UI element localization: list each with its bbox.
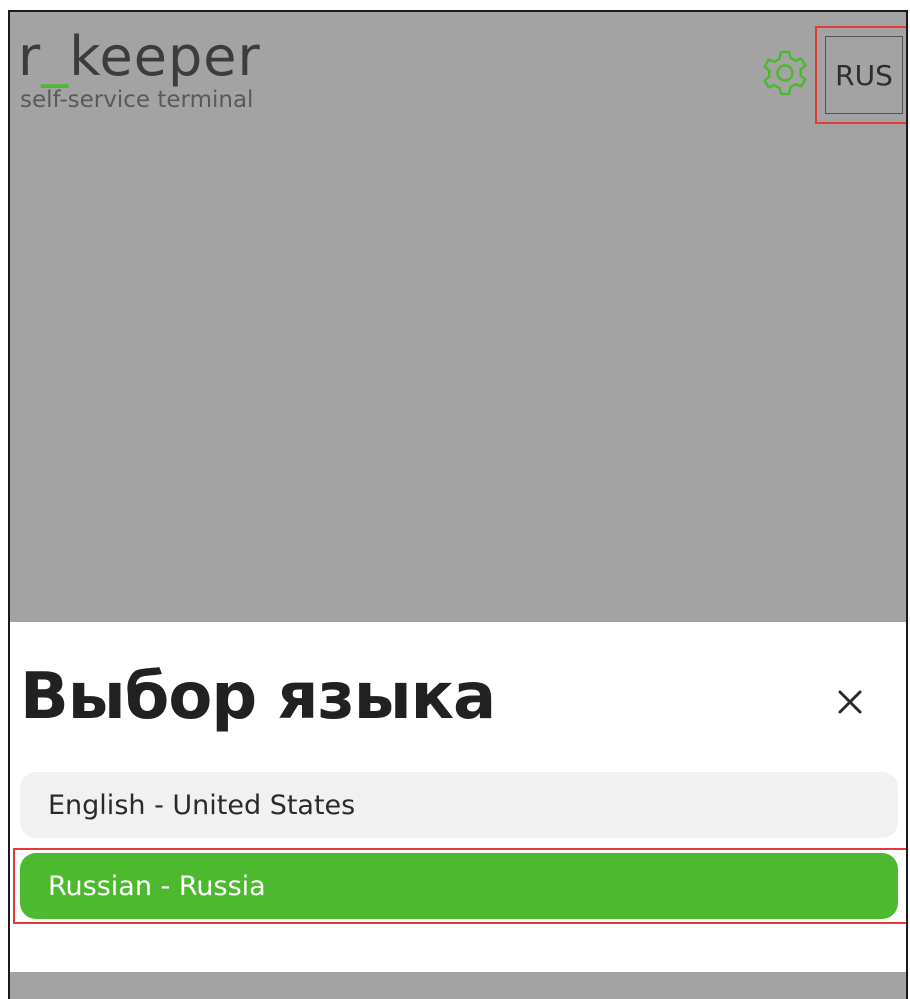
logo-prefix: r [18, 25, 42, 88]
language-option-label: English - United States [48, 789, 356, 821]
dimmed-backdrop: r_keeper self-service terminal RUS [10, 12, 906, 622]
gear-icon[interactable] [760, 48, 810, 98]
language-option-russian[interactable]: Russian - Russia [20, 853, 898, 919]
logo-underscore: _ [41, 25, 70, 88]
bottom-backdrop-strip [10, 972, 906, 999]
app-frame: r_keeper self-service terminal RUS Выбор… [8, 10, 908, 999]
logo-suffix: keeper [69, 25, 261, 88]
language-button[interactable]: RUS [825, 36, 903, 114]
language-option-english[interactable]: English - United States [20, 772, 898, 838]
language-option-label: Russian - Russia [48, 870, 266, 902]
close-icon[interactable] [832, 684, 868, 720]
logo-subtitle: self-service terminal [20, 87, 254, 113]
language-sheet: Выбор языка English - United States Russ… [10, 622, 906, 972]
logo-main: r_keeper [18, 26, 261, 88]
sheet-title: Выбор языка [20, 660, 496, 734]
logo: r_keeper self-service terminal [18, 26, 261, 113]
